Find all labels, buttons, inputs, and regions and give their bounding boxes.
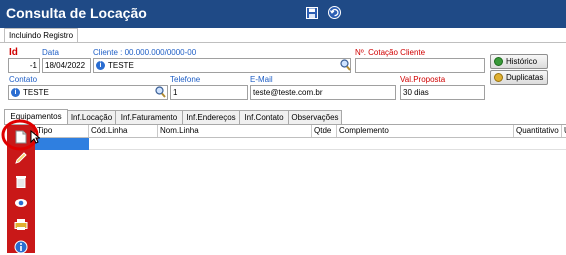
print-icon <box>14 218 28 230</box>
valproposta-label: Val.Proposta <box>400 75 446 84</box>
contato-label: Contato <box>9 75 38 84</box>
email-field[interactable]: teste@teste.com.br <box>250 85 396 100</box>
undo-button[interactable] <box>326 4 343 21</box>
search-icon[interactable] <box>340 59 351 73</box>
grid-col-complemento[interactable]: Complemento <box>337 125 514 137</box>
duplicatas-label: Duplicatas <box>506 73 544 82</box>
data-label: Data <box>42 48 59 57</box>
data-field[interactable]: 18/04/2022 <box>42 58 91 73</box>
undo-icon <box>328 6 341 19</box>
info-icon: i <box>96 61 105 70</box>
cliente-field[interactable]: i TESTE <box>93 58 351 73</box>
email-label: E-Mail <box>250 75 273 84</box>
cliente-label: Cliente : 00.000.000/0000-00 <box>93 48 197 57</box>
contato-value: TESTE <box>23 88 49 97</box>
duplicatas-button[interactable]: Duplicatas <box>490 70 548 85</box>
historico-button[interactable]: Histórico <box>490 54 548 69</box>
grid-col-cod-linha[interactable]: Cód.Linha <box>89 125 158 137</box>
delete-button[interactable] <box>13 173 29 189</box>
cliente-value: TESTE <box>108 61 134 70</box>
search-icon[interactable] <box>155 86 166 100</box>
tab-inf-locacao[interactable]: Inf.Locação <box>67 110 116 124</box>
id-field[interactable]: -1 <box>8 58 40 73</box>
mouse-cursor-icon <box>30 130 40 144</box>
info-icon <box>14 240 28 254</box>
view-eye-icon <box>15 199 27 207</box>
grid-col-nom-linha[interactable]: Nom.Linha <box>158 125 312 137</box>
floppy-save-icon <box>305 6 318 19</box>
cotacao-field[interactable] <box>355 58 485 73</box>
id-label: Id <box>9 47 18 58</box>
view-button[interactable] <box>13 195 29 211</box>
history-icon <box>494 57 503 66</box>
delete-trash-icon <box>16 175 26 188</box>
info-icon: i <box>11 88 20 97</box>
contato-field[interactable]: i TESTE <box>8 85 168 100</box>
edit-button[interactable] <box>13 150 29 166</box>
tab-inf-faturamento[interactable]: Inf.Faturamento <box>115 110 183 124</box>
historico-label: Histórico <box>506 57 538 66</box>
tab-inf-contato[interactable]: Inf.Contato <box>239 110 289 124</box>
save-button[interactable] <box>303 4 320 21</box>
coins-icon <box>494 73 503 82</box>
valproposta-field[interactable]: 30 dias <box>400 85 485 100</box>
grid-col-quantitativo[interactable]: Quantitativo <box>514 125 562 137</box>
telefone-field[interactable]: 1 <box>170 85 248 100</box>
tab-inf-enderecos[interactable]: Inf.Endereços <box>182 110 240 124</box>
grid-col-u[interactable]: U <box>562 125 566 137</box>
table-row[interactable] <box>89 138 566 150</box>
mode-tab: Incluindo Registro <box>4 28 79 43</box>
window-title: Consulta de Locação <box>6 5 147 21</box>
print-button[interactable] <box>13 216 29 232</box>
divider <box>0 42 566 43</box>
cotacao-label: Nº. Cotação Cliente <box>355 48 426 57</box>
telefone-label: Telefone <box>170 75 201 84</box>
edit-pencil-icon <box>15 152 27 164</box>
tab-observacoes[interactable]: Observações <box>288 110 342 124</box>
grid-col-qtde[interactable]: Qtde <box>312 125 337 137</box>
